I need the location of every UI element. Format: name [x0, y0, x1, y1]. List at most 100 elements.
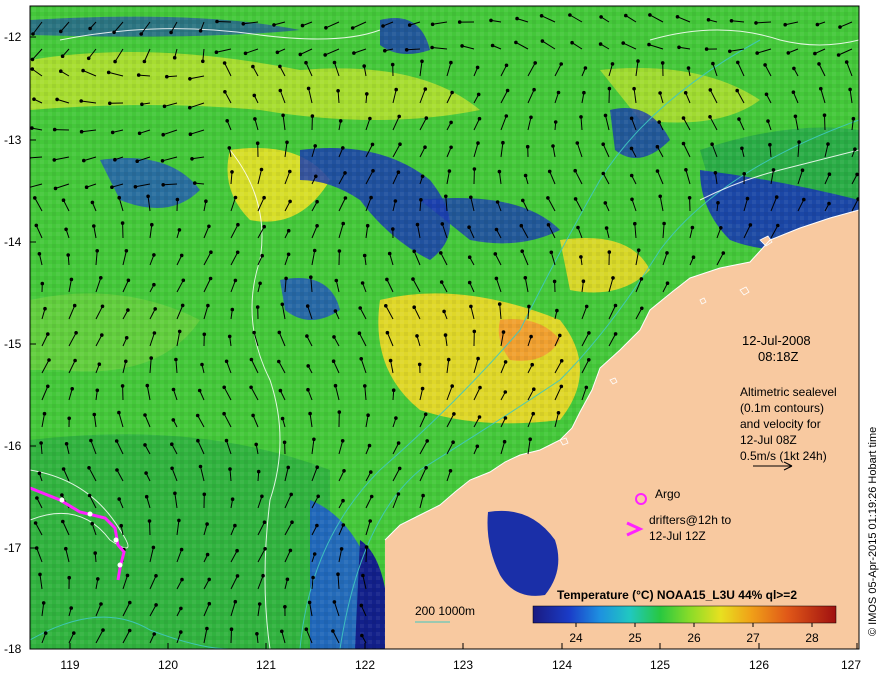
velocity-arrow-head	[423, 145, 427, 149]
velocity-arrow-head	[95, 249, 99, 253]
velocity-arrow-head	[640, 306, 644, 311]
velocity-arrow-head	[180, 303, 185, 308]
credit-text: © IMOS 05-Apr-2015 01:19:26 Hobart time	[867, 427, 879, 636]
velocity-arrow-head	[290, 520, 294, 525]
velocity-arrow-head	[230, 497, 235, 502]
velocity-arrow-head	[343, 196, 348, 200]
velocity-arrow-head	[570, 40, 574, 45]
velocity-arrow	[230, 629, 232, 644]
velocity-arrow-head	[87, 466, 91, 470]
velocity-arrow-head	[124, 336, 129, 340]
velocity-arrow-head	[40, 281, 45, 286]
velocity-arrow-head	[655, 169, 660, 173]
velocity-arrow-head	[383, 48, 387, 53]
velocity-arrow-head	[30, 67, 35, 71]
velocity-arrow-head	[81, 68, 85, 73]
velocity-arrow-head	[224, 359, 229, 364]
velocity-arrow-head	[547, 169, 552, 174]
velocity-arrow-head	[639, 277, 644, 281]
velocity-arrow-head	[72, 631, 76, 635]
velocity-arrow-head	[260, 253, 265, 258]
velocity-arrow-head	[262, 195, 266, 200]
velocity-arrow-head	[495, 200, 500, 204]
velocity-arrow-head	[334, 278, 339, 283]
velocity-arrow-head	[771, 168, 776, 172]
velocity-arrow-head	[160, 159, 165, 163]
velocity-arrow-head	[520, 249, 525, 253]
velocity-arrow-head	[393, 199, 398, 203]
velocity-arrow-head	[283, 605, 287, 609]
velocity-arrow	[149, 520, 151, 536]
velocity-arrow-head	[95, 388, 100, 393]
velocity-arrow-head	[100, 304, 105, 309]
velocity-arrow-head	[280, 629, 284, 634]
velocity-arrow-head	[260, 494, 264, 499]
velocity-arrow-head	[530, 362, 535, 367]
velocity-arrow-head	[407, 23, 412, 27]
velocity-arrow-head	[309, 275, 313, 280]
velocity-arrow-head	[450, 384, 455, 388]
velocity-arrow-head	[505, 88, 510, 93]
y-tick-label: -13	[4, 133, 22, 147]
velocity-arrow-head	[161, 183, 165, 187]
velocity-arrow-head	[171, 387, 176, 392]
velocity-arrow-head	[117, 195, 121, 200]
velocity-arrow-head	[579, 115, 583, 119]
velocity-arrow-head	[475, 65, 480, 70]
velocity-arrow-head	[263, 547, 267, 551]
velocity-arrow-head	[61, 467, 66, 471]
velocity-arrow-head	[333, 309, 338, 313]
y-tick-label: -18	[4, 642, 22, 656]
velocity-arrow-head	[120, 221, 125, 225]
velocity-arrow-head	[230, 307, 235, 312]
velocity-arrow-head	[556, 90, 561, 95]
velocity-arrow-head	[523, 173, 528, 178]
velocity-arrow-head	[99, 602, 103, 606]
velocity-arrow-head	[110, 130, 115, 135]
velocity-arrow-head	[704, 47, 709, 51]
velocity-arrow-head	[214, 50, 219, 55]
velocity-arrow-head	[745, 196, 750, 201]
velocity-arrow-head	[716, 201, 720, 205]
velocity-arrow-head	[207, 601, 212, 606]
velocity-arrow-head	[501, 330, 506, 334]
velocity-arrow-head	[713, 171, 718, 175]
velocity-arrow-head	[690, 225, 695, 230]
velocity-arrow-head	[446, 357, 451, 362]
velocity-arrow-head	[369, 470, 373, 474]
velocity-arrow-head	[67, 416, 71, 421]
velocity-arrow-head	[307, 600, 312, 605]
velocity-arrow-head	[439, 280, 444, 284]
velocity-arrow-head	[188, 132, 193, 136]
velocity-arrow-head	[175, 197, 180, 202]
velocity-arrow-head	[494, 276, 499, 281]
velocity-arrow-head	[204, 199, 208, 203]
velocity-arrow-head	[358, 306, 363, 310]
velocity-arrow-head	[90, 200, 95, 205]
velocity-arrow-head	[37, 471, 42, 476]
velocity-arrow-head	[472, 167, 477, 171]
velocity-arrow-head	[179, 547, 184, 552]
velocity-arrow-head	[525, 144, 530, 149]
velocity-arrow-head	[154, 603, 158, 607]
velocity-arrow-head	[836, 53, 841, 57]
velocity-arrow-head	[336, 89, 340, 93]
velocity-arrow-head	[92, 412, 97, 417]
velocity-arrow-head	[188, 105, 192, 110]
argo-label: Argo	[655, 487, 681, 501]
velocity-arrow-head	[412, 305, 417, 310]
velocity-arrow-head	[855, 172, 859, 177]
velocity-arrow-head	[708, 115, 712, 119]
velocity-arrow-head	[636, 59, 640, 63]
velocity-arrow-head	[735, 88, 740, 93]
velocity-arrow-head	[802, 197, 806, 202]
velocity-arrow-head	[90, 521, 94, 526]
velocity-arrow-head	[457, 20, 462, 24]
velocity-arrow-head	[531, 411, 536, 416]
velocity-arrow-head	[371, 169, 375, 173]
velocity-arrow-head	[69, 606, 73, 610]
velocity-arrow-head	[229, 627, 234, 632]
x-tick-label: 123	[453, 658, 473, 672]
velocity-arrow-head	[412, 249, 417, 254]
velocity-arrow-head	[278, 388, 283, 393]
